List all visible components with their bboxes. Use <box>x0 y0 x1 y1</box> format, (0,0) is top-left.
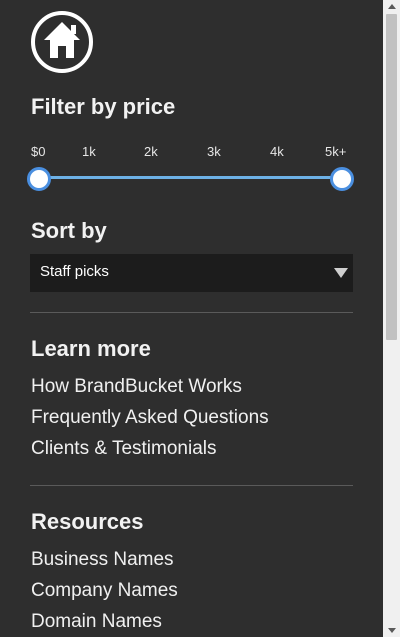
link-domain-names[interactable]: Domain Names <box>31 611 162 633</box>
scrollbar-thumb[interactable] <box>386 14 397 340</box>
price-slider-track[interactable] <box>38 176 342 179</box>
tick-label: 1k <box>82 144 96 159</box>
link-business-names[interactable]: Business Names <box>31 549 174 571</box>
home-icon[interactable] <box>30 10 94 74</box>
vertical-scrollbar[interactable] <box>383 0 400 637</box>
link-how-it-works[interactable]: How BrandBucket Works <box>31 376 242 398</box>
tick-label: 3k <box>207 144 221 159</box>
scroll-down-arrow-icon[interactable] <box>388 628 396 633</box>
tick-label: $0 <box>31 144 46 159</box>
scroll-up-arrow-icon[interactable] <box>388 4 396 9</box>
price-slider-min-handle[interactable] <box>27 167 51 191</box>
sort-by-title: Sort by <box>31 218 107 243</box>
price-ticks: $0 1k 2k 3k 4k 5k+ <box>0 144 383 160</box>
link-faq[interactable]: Frequently Asked Questions <box>31 407 269 429</box>
filter-panel: Filter by price $0 1k 2k 3k 4k 5k+ Sort … <box>0 0 383 637</box>
chevron-down-icon <box>334 268 348 278</box>
tick-label: 5k+ <box>325 144 347 159</box>
link-company-names[interactable]: Company Names <box>31 580 178 602</box>
sort-select-value: Staff picks <box>40 263 109 280</box>
tick-label: 4k <box>270 144 284 159</box>
resources-title: Resources <box>31 509 144 534</box>
divider <box>30 312 353 313</box>
price-slider-max-handle[interactable] <box>330 167 354 191</box>
link-clients-testimonials[interactable]: Clients & Testimonials <box>31 438 217 460</box>
filter-price-title: Filter by price <box>31 94 176 119</box>
sort-select[interactable]: Staff picks <box>30 254 353 292</box>
tick-label: 2k <box>144 144 158 159</box>
divider <box>30 485 353 486</box>
learn-more-title: Learn more <box>31 336 151 361</box>
